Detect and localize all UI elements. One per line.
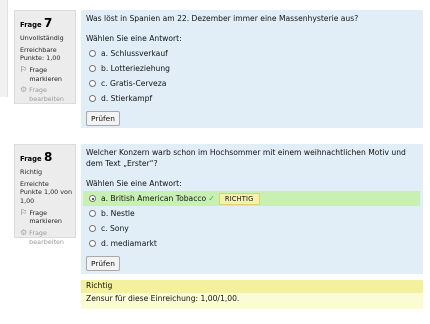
question-state-7: Unvollständig — [20, 34, 64, 43]
result-badge: RICHTIG — [218, 192, 260, 205]
radio-button[interactable] — [89, 95, 96, 102]
option-label: b. Nestle — [101, 209, 135, 218]
answer-option-8d[interactable]: d. mediamarkt — [86, 236, 417, 251]
option-label: a. British American Tobacco — [101, 194, 207, 203]
edit-label: Frage bearbeiten — [29, 229, 64, 246]
option-label: d. Stierkampf — [101, 94, 153, 103]
option-label: a. Schlussverkauf — [101, 49, 168, 58]
question-grade-7: Erreichbare Punkte: 1,00 — [20, 45, 61, 63]
check-button-8[interactable]: Prüfen — [86, 256, 120, 271]
feedback-box-8: Richtig Zensur für diese Einreichung: 1,… — [81, 280, 423, 309]
edit-label: Frage bearbeiten — [29, 86, 64, 104]
left-sidebar-edge — [0, 0, 8, 97]
answer-option-7c[interactable]: c. Gratis-Cerveza — [86, 76, 417, 91]
question-number: 7 — [44, 16, 53, 30]
flag-icon: ⚐ — [20, 65, 28, 75]
radio-button[interactable] — [89, 210, 96, 217]
checkmark-icon: ✓ — [208, 193, 215, 203]
option-label: c. Gratis-Cerveza — [101, 79, 167, 88]
radio-button[interactable] — [89, 80, 96, 87]
feedback-title: Richtig — [81, 280, 423, 293]
edit-question-7[interactable]: ⚙ Frage bearbeiten — [20, 86, 72, 103]
answer-option-7d[interactable]: d. Stierkampf — [86, 91, 417, 106]
edit-question-8[interactable]: ⚙ Frage bearbeiten — [20, 229, 72, 246]
question-content-8: Welcher Konzern warb schon im Hochsommer… — [81, 144, 423, 274]
answer-prompt-8: Wählen Sie eine Antwort: — [86, 179, 182, 188]
flag-icon: ⚐ — [20, 207, 28, 217]
flag-question-8[interactable]: ⚐ Frage markieren — [20, 207, 72, 226]
option-label: c. Sony — [101, 224, 129, 233]
question-label: Frage — [20, 155, 42, 163]
answer-option-8c[interactable]: c. Sony — [86, 221, 417, 236]
gear-icon: ⚙ — [20, 85, 28, 95]
answer-option-7a[interactable]: a. Schlussverkauf — [86, 46, 417, 61]
radio-button[interactable] — [89, 240, 96, 247]
question-label: Frage — [20, 21, 42, 29]
answer-option-8b[interactable]: b. Nestle — [86, 206, 417, 221]
flag-question-7[interactable]: ⚐ Frage markieren — [20, 66, 72, 83]
radio-button[interactable] — [89, 50, 96, 57]
option-label: b. Lotterieziehung — [101, 64, 170, 73]
question-text-8: Welcher Konzern warb schon im Hochsommer… — [86, 148, 406, 168]
question-number: 8 — [44, 150, 53, 164]
question-number-8: Frage 8 — [20, 149, 72, 165]
question-content-7: Was löst in Spanien am 22. Dezember imme… — [81, 10, 423, 128]
gear-icon: ⚙ — [20, 228, 28, 238]
radio-button[interactable] — [89, 65, 96, 72]
question-number-7: Frage 7 — [20, 15, 72, 31]
radio-button-selected[interactable] — [89, 195, 96, 202]
question-grade-8: Erreichte Punkte 1,00 von 1,00 — [20, 179, 73, 206]
answer-option-7b[interactable]: b. Lotterieziehung — [86, 61, 417, 76]
radio-button[interactable] — [89, 225, 96, 232]
question-info-7: Frage 7 Unvollständig Erreichbare Punkte… — [14, 10, 76, 104]
flag-label: Frage markieren — [29, 208, 62, 226]
feedback-grade: Zensur für diese Einreichung: 1,00/1,00. — [86, 293, 240, 303]
check-button-7[interactable]: Prüfen — [86, 111, 120, 126]
question-state-8: Richtig — [20, 168, 43, 177]
option-label: d. mediamarkt — [101, 239, 157, 248]
answer-prompt-7: Wählen Sie eine Antwort: — [86, 34, 182, 43]
flag-label: Frage markieren — [29, 66, 62, 83]
question-text-7: Was löst in Spanien am 22. Dezember imme… — [86, 14, 359, 23]
question-info-8: Frage 8 Richtig Erreichte Punkte 1,00 vo… — [14, 144, 76, 246]
answer-option-8a[interactable]: a. British American Tobacco ✓ RICHTIG — [83, 191, 420, 206]
